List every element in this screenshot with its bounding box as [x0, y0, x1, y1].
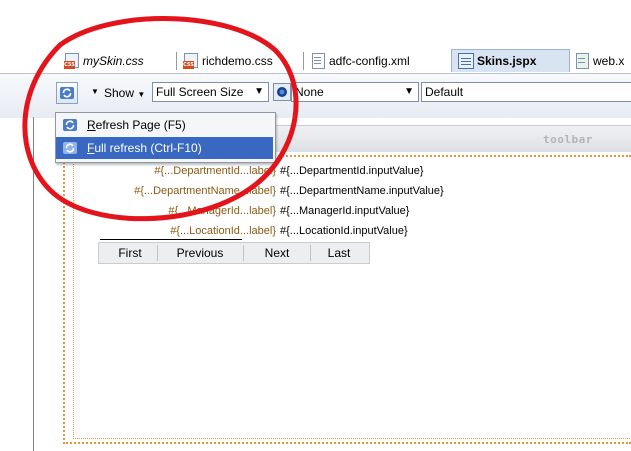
- chevron-down-icon: ▼: [254, 86, 264, 97]
- mode-combo-value: Default: [425, 85, 464, 99]
- tab-label: richdemo.css: [202, 54, 273, 68]
- show-dropdown-icon: ▼: [137, 90, 146, 99]
- chevron-down-icon: ▼: [404, 86, 414, 97]
- web-file-icon: [574, 53, 590, 69]
- last-button[interactable]: Last: [314, 243, 364, 263]
- department-id-value[interactable]: #{...DepartmentId.inputValue}: [280, 165, 424, 177]
- full-refresh-icon: [61, 140, 79, 156]
- xml-file-icon: [310, 53, 326, 69]
- nav-separator: [243, 245, 244, 261]
- screen-size-combo[interactable]: Full Screen Size ▼: [152, 82, 269, 102]
- nav-separator: [157, 245, 158, 261]
- tab-label: Skins.jspx: [477, 54, 537, 68]
- toolbar-facet-label: toolbar: [543, 133, 593, 146]
- nav-separator: [310, 245, 311, 261]
- menu-item-label: Full refresh (Ctrl-F10): [87, 141, 202, 155]
- manager-id-value[interactable]: #{...ManagerId.inputValue}: [280, 205, 409, 217]
- screen-size-value: Full Screen Size: [156, 85, 244, 99]
- tab-separator: [176, 52, 177, 70]
- next-button[interactable]: Next: [247, 243, 307, 263]
- location-id-value[interactable]: #{...LocationId.inputValue}: [280, 225, 408, 237]
- tab-myskin-css[interactable]: CSS mySkin.css: [64, 50, 144, 72]
- location-id-label[interactable]: #{...LocationId...label}: [170, 225, 276, 237]
- mode-combo[interactable]: Default: [421, 82, 631, 102]
- menu-item-label: Refresh Page (F5): [87, 118, 186, 132]
- tab-label: adfc-config.xml: [329, 54, 410, 68]
- skin-combo[interactable]: None ▼: [291, 82, 419, 102]
- refresh-button[interactable]: [56, 82, 78, 104]
- refresh-dropdown-arrow[interactable]: ▼: [91, 87, 99, 96]
- jspx-file-icon: [458, 53, 474, 69]
- canvas-left-border: [33, 117, 34, 451]
- skin-icon: [277, 87, 287, 97]
- tab-richdemo-css[interactable]: CSS richdemo.css: [183, 50, 273, 72]
- refresh-icon: [61, 117, 79, 133]
- menu-item-label-rest: ull refresh (Ctrl-F10): [94, 141, 202, 155]
- previous-button[interactable]: Previous: [160, 243, 240, 263]
- refresh-icon: [60, 87, 74, 99]
- panel-form-box: [73, 161, 631, 439]
- first-button[interactable]: First: [104, 243, 156, 263]
- css-file-icon: CSS: [64, 53, 80, 69]
- department-name-value[interactable]: #{...DepartmentName.inputValue}: [280, 185, 444, 197]
- manager-id-label[interactable]: #{...ManagerId...label}: [168, 205, 276, 217]
- tab-web-xml[interactable]: web.x: [574, 50, 624, 72]
- skin-combo-value: None: [295, 85, 324, 99]
- menu-item-full-refresh[interactable]: Full refresh (Ctrl-F10): [56, 137, 273, 159]
- skin-preview-button[interactable]: [273, 83, 291, 101]
- css-file-icon: CSS: [183, 53, 199, 69]
- department-id-label[interactable]: #{...DepartmentId...label}: [154, 165, 276, 177]
- tab-label: mySkin.css: [83, 54, 144, 68]
- department-name-label[interactable]: #{...DepartmentName...label}: [134, 185, 276, 197]
- show-menu[interactable]: Show ▼: [104, 86, 145, 100]
- show-label: Show: [104, 86, 135, 100]
- tab-adfc-config-xml[interactable]: adfc-config.xml: [310, 50, 410, 72]
- tab-skins-jspx[interactable]: Skins.jspx: [451, 49, 570, 72]
- menu-item-label-rest: efresh Page (F5): [95, 118, 186, 132]
- menu-item-refresh-page[interactable]: Refresh Page (F5): [56, 114, 273, 136]
- tab-separator: [303, 52, 304, 70]
- mnemonic-r: R: [87, 118, 96, 132]
- selection-underline: [100, 239, 242, 240]
- tab-label: web.x: [593, 54, 625, 68]
